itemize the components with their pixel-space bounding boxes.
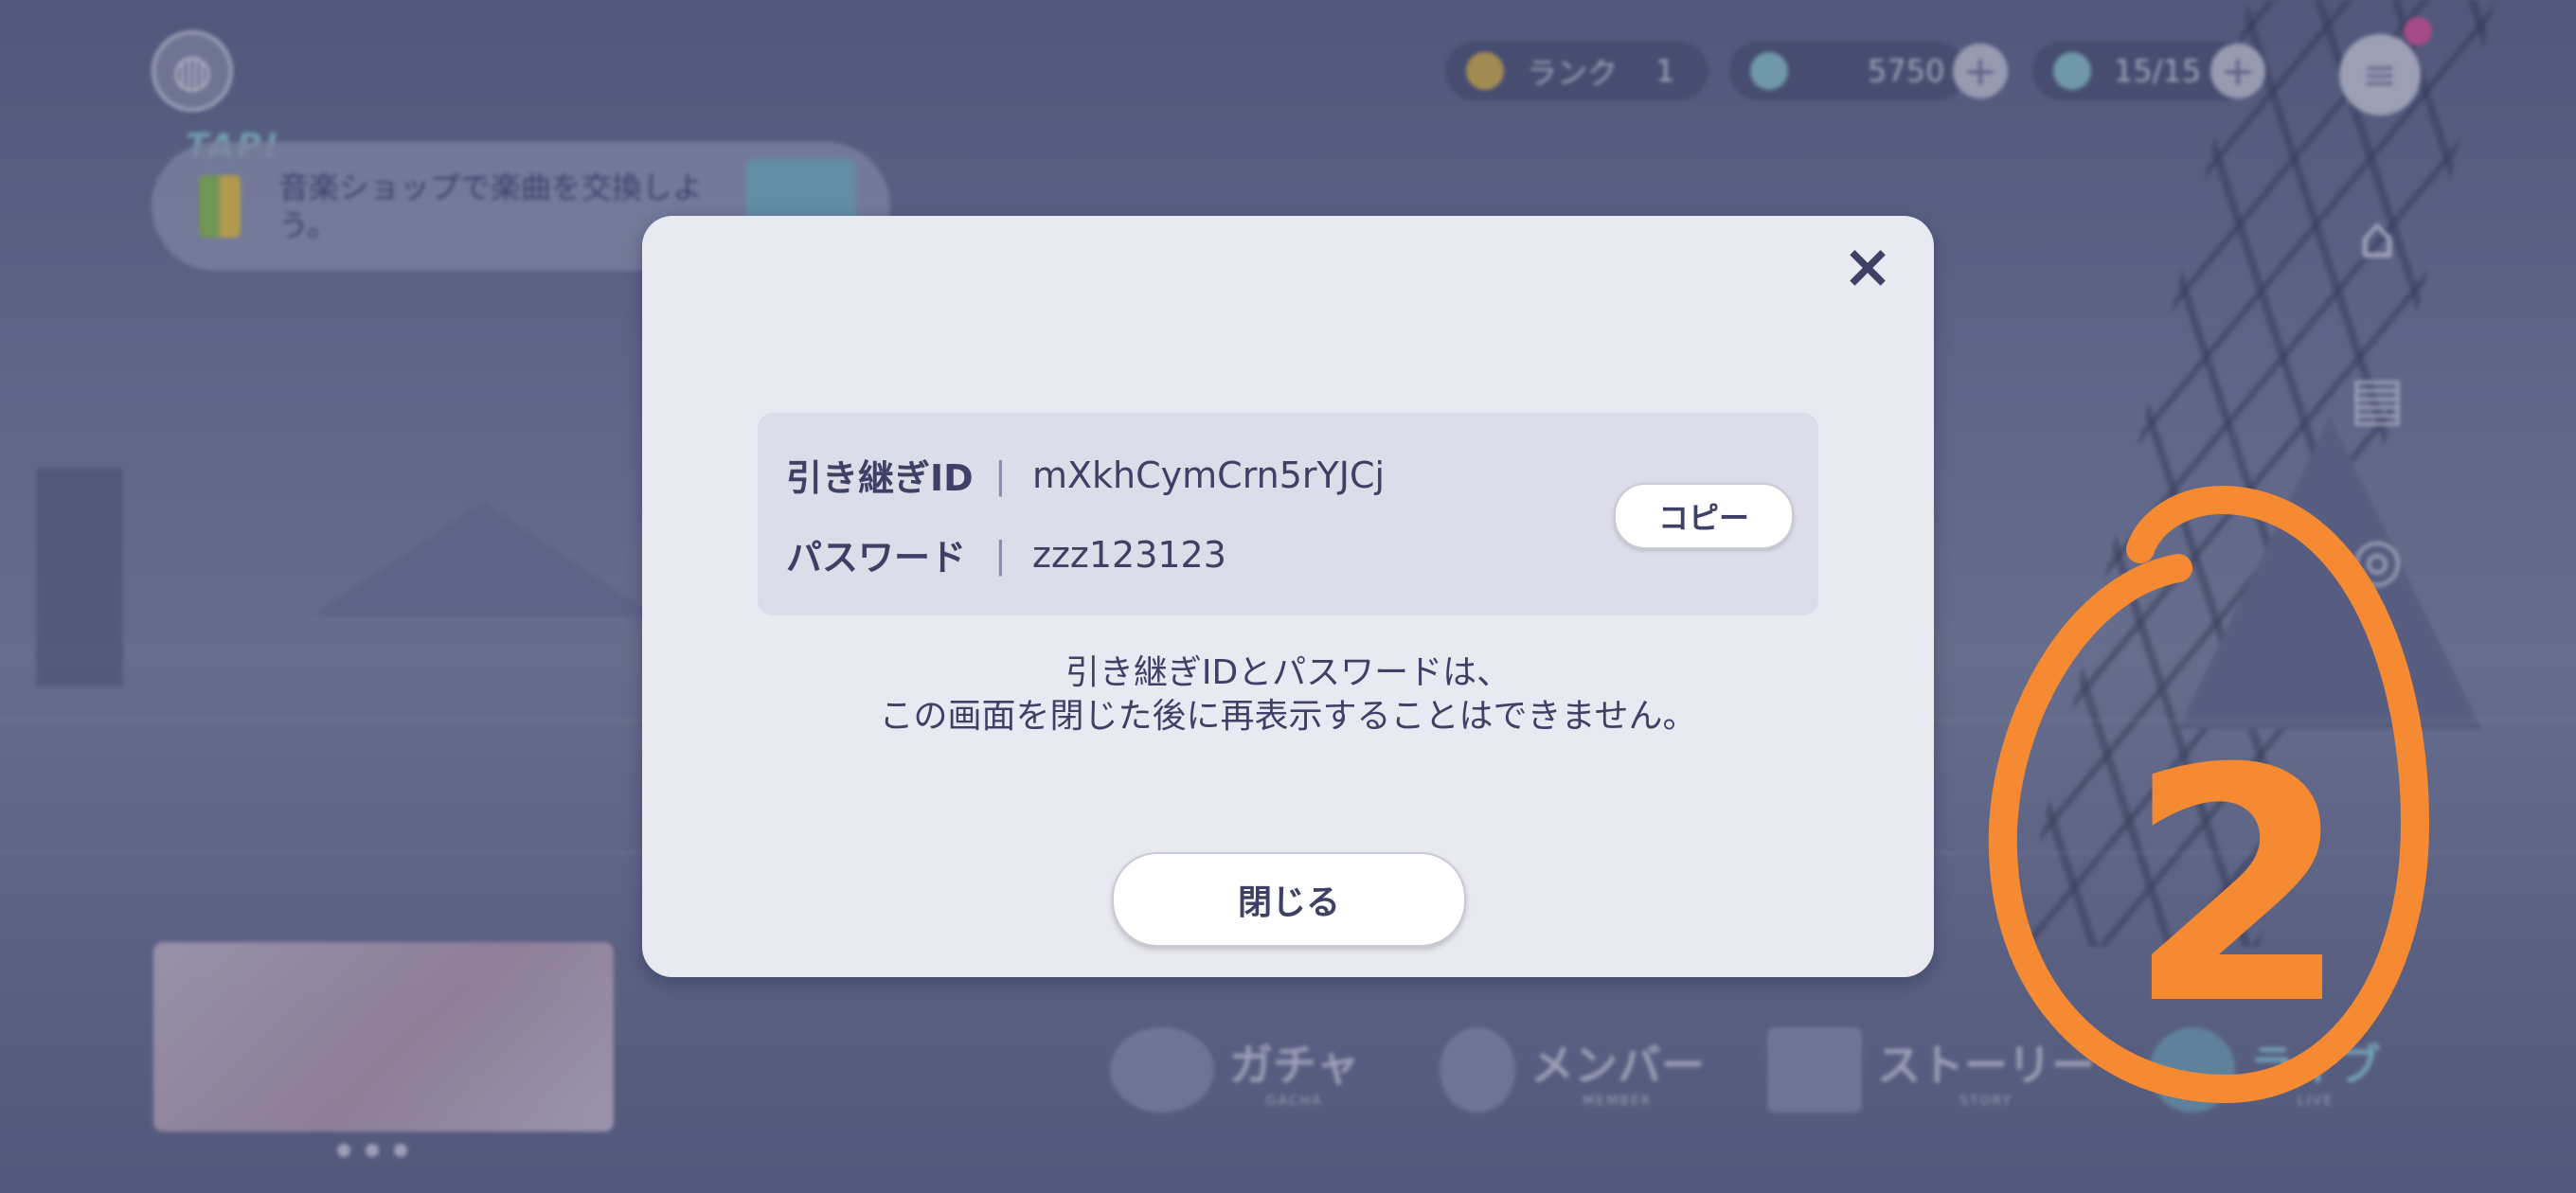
transfer-id-row: 引き継ぎID | mXkhCymCrn5rYJCj [786,449,1385,501]
password-row: パスワード | zzz123123 [786,528,1226,580]
separator: | [994,533,1007,576]
password-value: zzz123123 [1032,533,1226,576]
transfer-id-dialog: × 引き継ぎID | mXkhCymCrn5rYJCj パスワード | zzz1… [642,216,1934,977]
transfer-id-value: mXkhCymCrn5rYJCj [1032,454,1386,496]
credentials-box: 引き継ぎID | mXkhCymCrn5rYJCj パスワード | zzz123… [758,413,1818,615]
transfer-id-label: 引き継ぎID [786,457,974,499]
close-button[interactable]: 閉じる [1112,852,1466,947]
handwritten-annotation: 2 [1988,486,2429,1103]
separator: | [994,454,1007,496]
notice-line-1: 引き継ぎIDとパスワードは、 [1064,653,1512,692]
annotation-number: 2 [2126,701,2351,1076]
copy-button[interactable]: コピー [1614,483,1794,549]
close-icon[interactable]: × [1830,229,1905,305]
password-label: パスワード [786,537,967,579]
notice-text: 引き継ぎIDとパスワードは、 この画面を閉じた後に再表示することはできません。 [642,651,1934,739]
notice-line-2: この画面を閉じた後に再表示することはできません。 [879,697,1697,736]
